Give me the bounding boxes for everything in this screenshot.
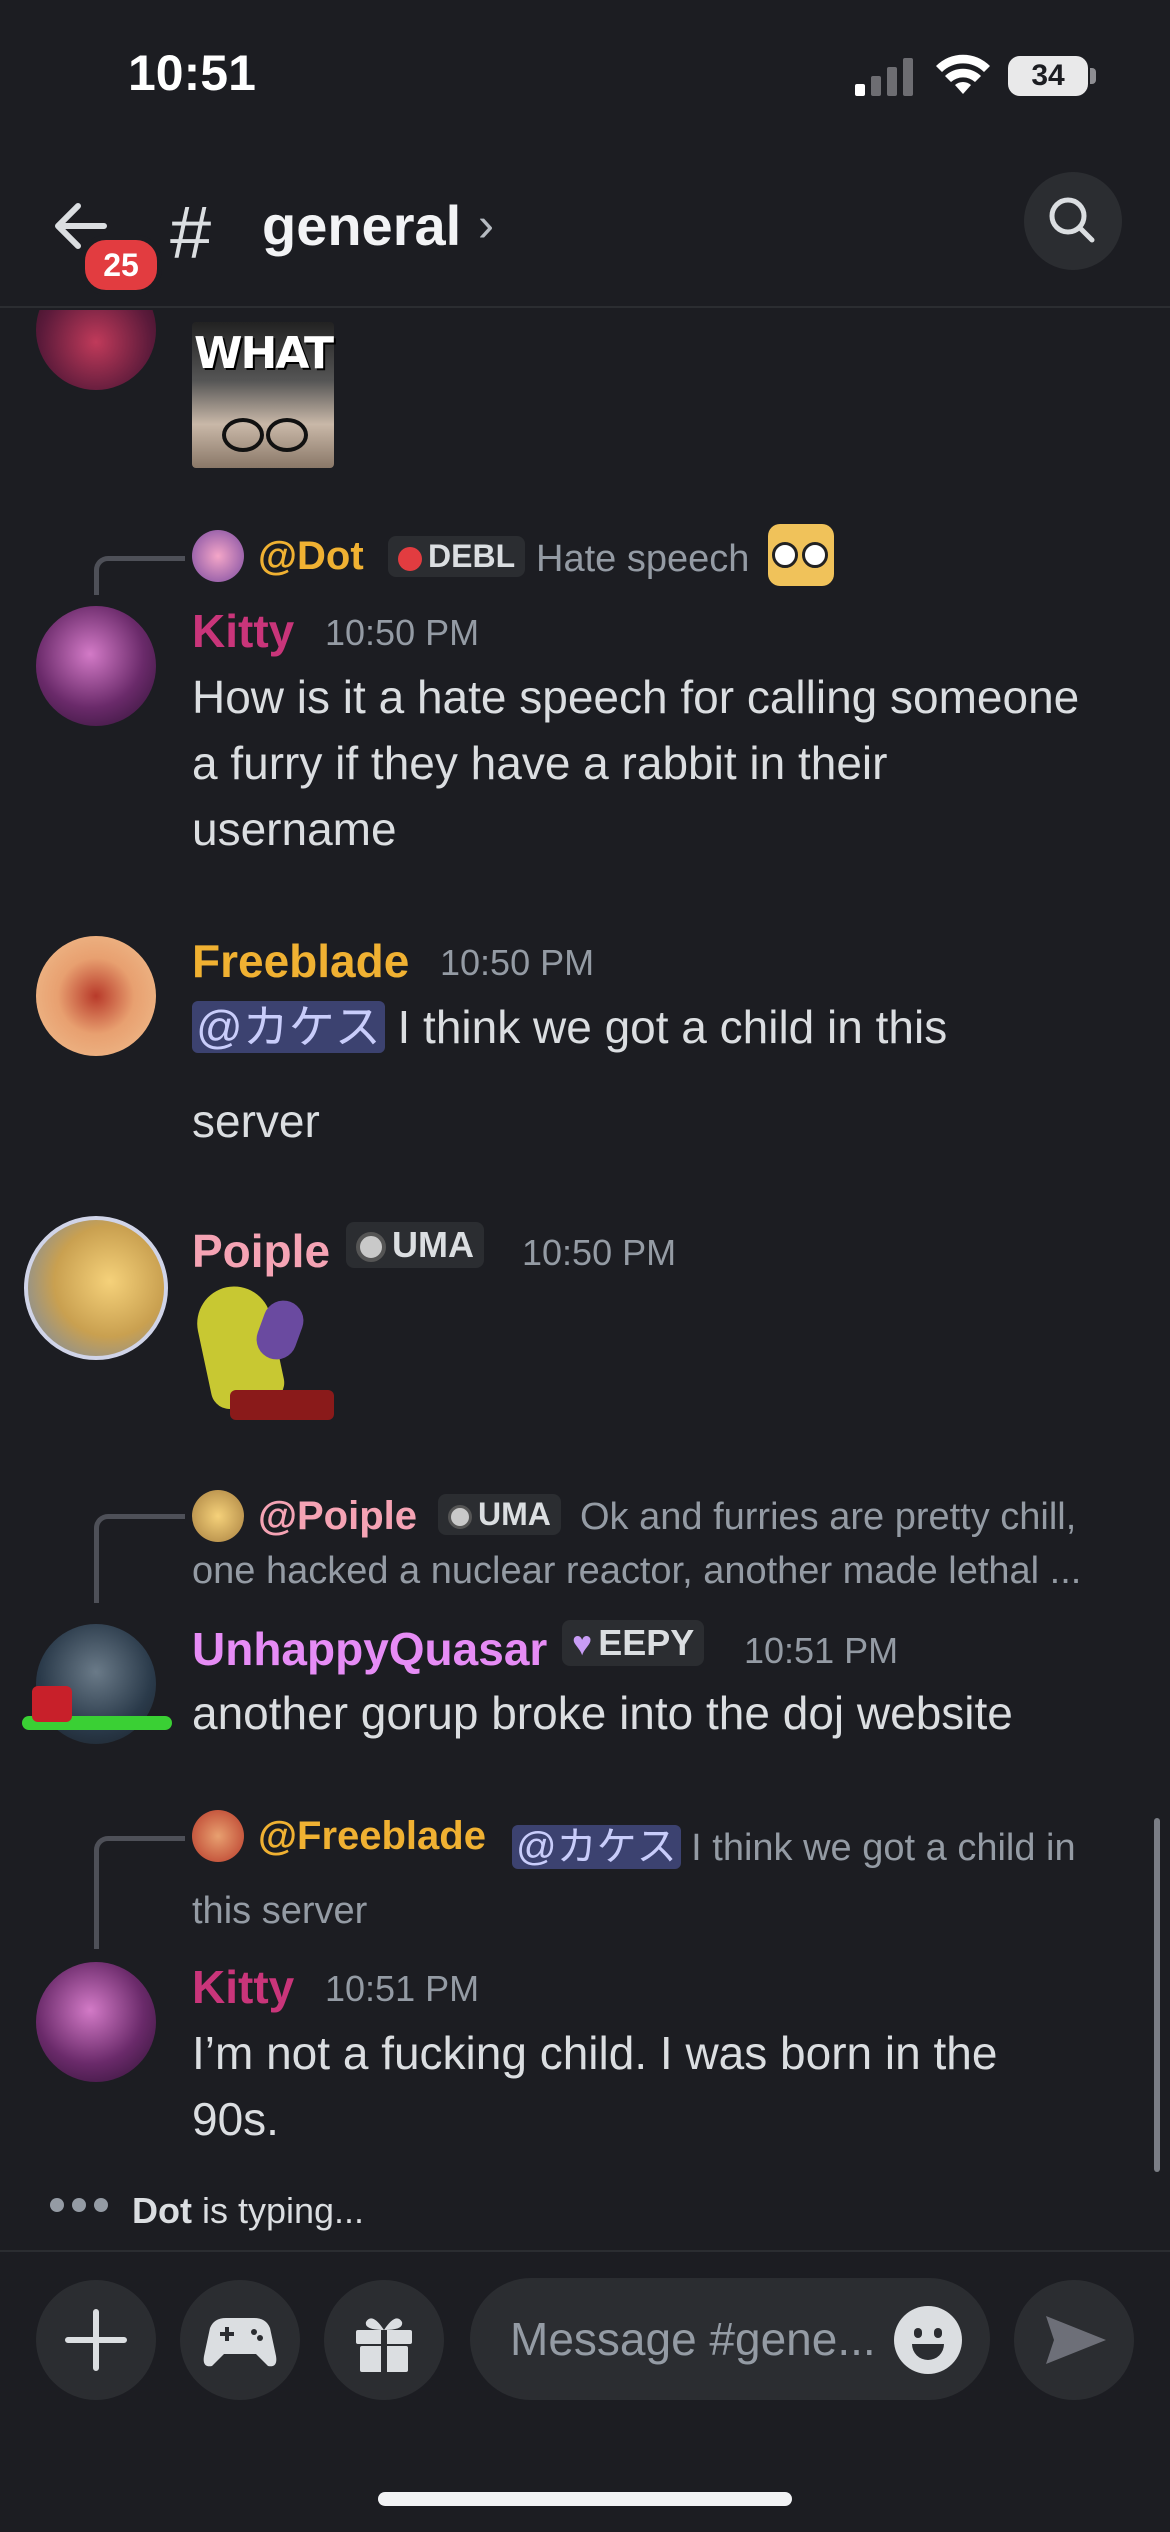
timestamp: 10:51 PM [325, 1968, 480, 2009]
timestamp: 10:50 PM [522, 1232, 677, 1273]
username[interactable]: Kitty [192, 604, 294, 658]
reply-username[interactable]: @Freeblade [258, 1814, 486, 1859]
timestamp: 10:51 PM [744, 1630, 899, 1671]
search-icon [1049, 197, 1095, 243]
sticker-image[interactable]: WHAT [192, 322, 334, 468]
gift-icon [356, 2318, 412, 2372]
reply-connector [94, 556, 185, 595]
gift-button[interactable] [324, 2280, 444, 2400]
message-text: another gorup broke into the doj website [192, 1687, 1013, 1739]
role-tag: ♥ EEPY [562, 1620, 705, 1666]
reply-connector [94, 1836, 185, 1949]
typing-indicator-icon [50, 2198, 116, 2217]
role-name: EEPY [598, 1622, 695, 1663]
send-button[interactable] [1014, 2280, 1134, 2400]
role-name: DEBL [428, 538, 516, 574]
message-text: @カケス I think we got a child in this [192, 994, 1152, 1060]
avatar[interactable] [24, 1216, 168, 1360]
typing-suffix: is typing... [191, 2190, 365, 2231]
username[interactable]: Poiple [192, 1224, 330, 1278]
timestamp: 10:50 PM [325, 612, 480, 653]
message-text: How is it a hate speech for calling some… [192, 664, 1152, 862]
message-line: How is it a hate speech for calling some… [192, 671, 1080, 723]
glasses-icon [222, 418, 308, 452]
reply-preview[interactable]: @カケス I think we got a child in [512, 1814, 1076, 1872]
role-tag: UMA [438, 1494, 561, 1535]
unread-badge: 25 [80, 235, 162, 295]
cellular-signal-icon [855, 58, 913, 96]
reply-connector [94, 1514, 185, 1603]
reply-preview[interactable]: this server [192, 1890, 367, 1933]
username[interactable]: Freeblade [192, 934, 409, 988]
wifi-icon [936, 54, 990, 94]
sticker-caption: WHAT [193, 328, 334, 379]
message-line: a furry if they have a rabbit in their [192, 737, 888, 789]
username[interactable]: UnhappyQuasar [192, 1622, 547, 1676]
message-line: server [192, 1095, 320, 1147]
role-name: UMA [392, 1224, 474, 1265]
role-name: UMA [478, 1496, 551, 1532]
role-heart-icon: ♥ [572, 1625, 593, 1663]
timestamp: 10:50 PM [440, 942, 595, 983]
message-input-placeholder[interactable]: Message #gene... [510, 2312, 876, 2366]
typing-user: Dot [132, 2190, 192, 2231]
channel-title[interactable]: general [262, 193, 461, 258]
avatar[interactable] [22, 1624, 172, 1744]
reply-avatar [192, 1810, 244, 1862]
reply-username[interactable]: @Dot [258, 534, 364, 579]
search-button[interactable] [1024, 172, 1122, 270]
plus-icon [65, 2309, 127, 2371]
home-indicator[interactable] [378, 2492, 792, 2506]
avatar[interactable] [36, 606, 156, 726]
battery-indicator: 34 [1008, 56, 1088, 96]
message-line: I think we got a child in this [384, 1001, 948, 1053]
reply-line: I think we got a child in [680, 1827, 1076, 1869]
avatar[interactable] [36, 1962, 156, 2082]
scrollbar[interactable] [1154, 1818, 1160, 2172]
add-attachment-button[interactable] [36, 2280, 156, 2400]
reply-avatar [192, 530, 244, 582]
sticker-image[interactable] [190, 1279, 336, 1426]
message-text: I’m not a fucking child. I was born in t… [192, 2020, 1152, 2152]
role-dot-icon [398, 546, 422, 571]
emoji-picker-icon[interactable] [894, 2306, 962, 2374]
reply-preview[interactable]: Ok and furries are pretty chill, [580, 1496, 1076, 1539]
send-icon [1046, 2316, 1106, 2364]
role-tag: UMA [346, 1222, 484, 1268]
username[interactable]: Kitty [192, 1960, 294, 2014]
message-line: 90s. [192, 2093, 279, 2145]
gamepad-icon [203, 2318, 277, 2367]
reply-preview[interactable]: one hacked a nuclear reactor, another ma… [192, 1550, 1081, 1593]
message-line: I’m not a fucking child. I was born in t… [192, 2027, 998, 2079]
emoji-sticker [768, 524, 834, 586]
chevron-right-icon[interactable]: › [478, 198, 494, 253]
status-time: 10:51 [128, 45, 256, 101]
battery-nub [1090, 68, 1096, 84]
role-skull-icon [448, 1504, 472, 1529]
avatar[interactable] [36, 936, 156, 1056]
user-mention[interactable]: @カケス [512, 1825, 681, 1869]
user-mention[interactable]: @カケス [192, 1001, 385, 1053]
typing-indicator: Dot is typing... [132, 2190, 364, 2232]
message-line: username [192, 803, 397, 855]
reply-avatar [192, 1490, 244, 1542]
reply-preview[interactable]: Hate speech [536, 538, 749, 581]
channel-hash-icon: # [170, 191, 212, 274]
role-skull-icon [356, 1232, 386, 1263]
role-tag: DEBL [388, 536, 526, 577]
activities-button[interactable] [180, 2280, 300, 2400]
reply-username[interactable]: @Poiple [258, 1494, 417, 1539]
